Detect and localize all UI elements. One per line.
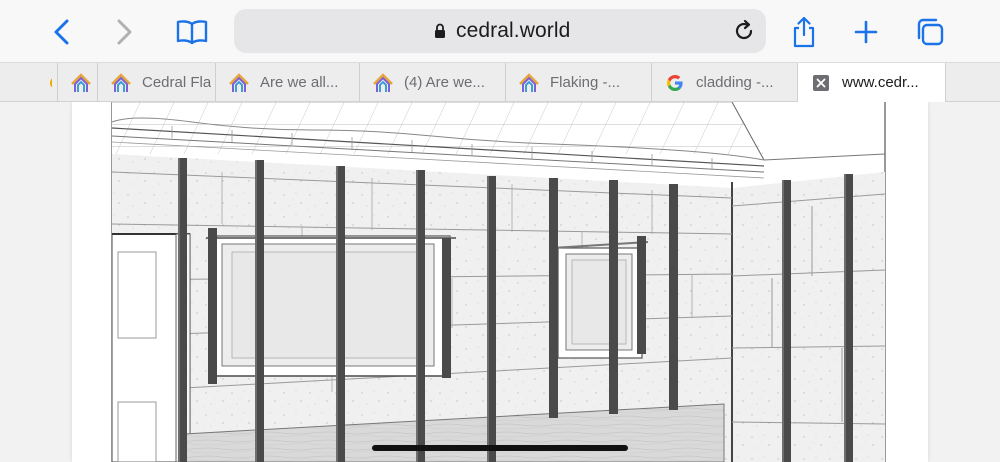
address-bar[interactable]: cedral.world (234, 9, 766, 53)
lock-icon (435, 23, 445, 38)
open-book-icon (176, 20, 208, 45)
tab-title: Are we all... (260, 74, 339, 91)
tab-item-active[interactable]: www.cedr... (798, 63, 946, 102)
web-content (0, 102, 1000, 462)
tab-item[interactable]: Flaking -... (506, 63, 652, 102)
tab-bar: Cedral Fla Are we all... (4) Are we... F… (0, 62, 1000, 102)
stacked-squares-icon (917, 18, 944, 46)
house-logo-icon (372, 72, 394, 94)
tab-title: (4) Are we... (404, 74, 485, 91)
tab-title: cladding -... (696, 74, 774, 91)
chevron-right-icon (117, 19, 132, 45)
forward-button[interactable] (104, 12, 144, 52)
house-logo-icon (70, 72, 92, 94)
share-icon (793, 16, 815, 48)
plus-icon (854, 20, 878, 44)
house-logo-icon (30, 72, 52, 94)
address-url: cedral.world (456, 19, 571, 42)
browser-toolbar: cedral.world (0, 0, 1000, 62)
tab-item[interactable]: Are we all... (216, 63, 360, 102)
tab-item[interactable]: (4) Are we... (360, 63, 506, 102)
tab-item[interactable] (58, 63, 98, 102)
tab-item[interactable] (18, 63, 58, 102)
house-logo-icon (110, 72, 132, 94)
new-tab-button[interactable] (846, 12, 886, 52)
bookmarks-button[interactable] (172, 12, 212, 52)
home-indicator[interactable] (372, 445, 628, 451)
close-icon[interactable] (810, 72, 832, 94)
share-button[interactable] (784, 12, 824, 52)
cladding-drawing-image (111, 102, 886, 462)
tab-title: Cedral Fla (142, 74, 212, 91)
tab-item[interactable]: Cedral Fla (98, 63, 216, 102)
chevron-left-icon (54, 19, 69, 45)
google-logo-icon (664, 72, 686, 94)
tab-overview-button[interactable] (910, 12, 950, 52)
page-document (72, 102, 928, 462)
tab-title: www.cedr... (842, 74, 919, 91)
house-logo-icon (228, 72, 250, 94)
tab-item[interactable]: cladding -... (652, 63, 798, 102)
back-button[interactable] (42, 12, 82, 52)
tab-title: Flaking -... (550, 74, 621, 91)
house-logo-icon (518, 72, 540, 94)
reload-icon[interactable] (732, 19, 756, 43)
